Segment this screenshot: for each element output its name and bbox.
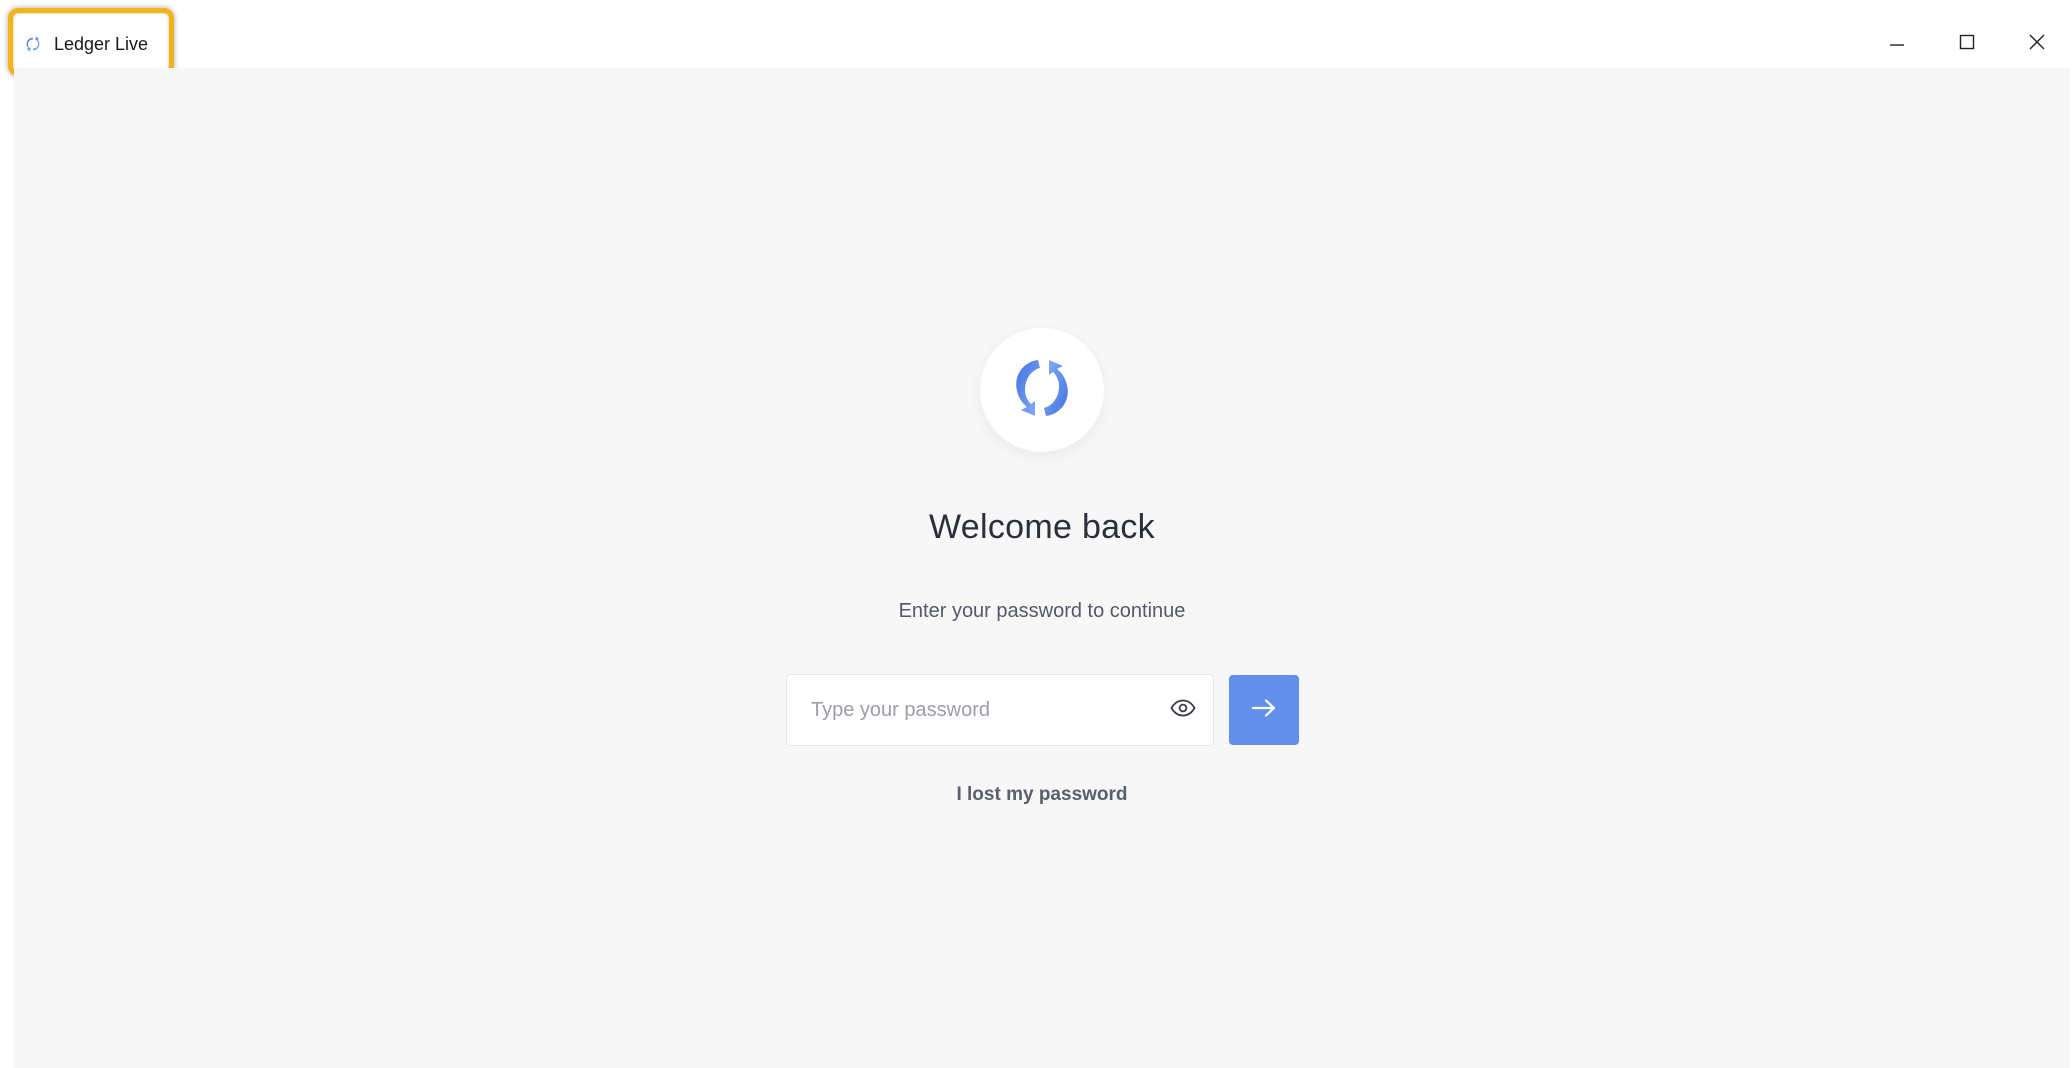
close-icon: [2027, 32, 2047, 57]
toggle-password-visibility-button[interactable]: [1153, 675, 1213, 745]
close-button[interactable]: [2002, 20, 2072, 68]
window-title-text: Ledger Live: [54, 33, 149, 54]
welcome-heading: Welcome back: [929, 508, 1155, 546]
minimize-button[interactable]: [1862, 20, 1932, 68]
ledger-live-logo-icon: [24, 35, 42, 53]
window-title: Ledger Live: [24, 30, 148, 58]
arrow-right-icon: [1251, 698, 1277, 723]
app-window: Ledger Live Welcome back Enter your pass…: [0, 0, 2072, 1068]
password-prompt-text: Enter your password to continue: [898, 600, 1186, 622]
logo-badge: [980, 328, 1104, 452]
title-bar: Ledger Live: [0, 0, 2072, 76]
password-field: [786, 674, 1214, 746]
minimize-icon: [1888, 33, 1906, 56]
password-input[interactable]: [787, 674, 1153, 746]
ledger-live-logo-icon: [1002, 348, 1082, 433]
maximize-icon: [1958, 33, 1976, 56]
window-controls: [1862, 20, 2072, 68]
eye-icon: [1170, 699, 1196, 722]
lost-password-row: I lost my password: [14, 784, 2070, 806]
submit-password-button[interactable]: [1229, 675, 1299, 745]
login-screen: Welcome back Enter your password to cont…: [14, 68, 2070, 1068]
maximize-button[interactable]: [1932, 20, 2002, 68]
lost-password-link[interactable]: I lost my password: [956, 784, 1127, 805]
